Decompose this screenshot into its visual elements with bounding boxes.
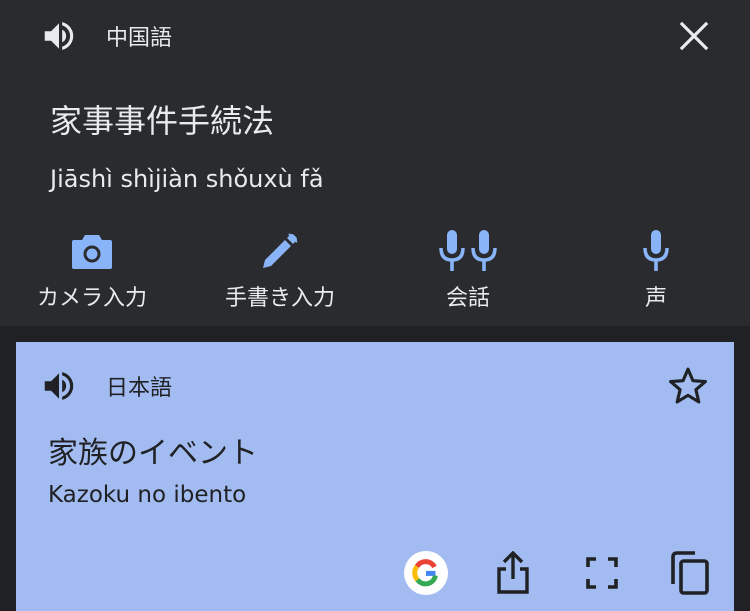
source-header: 中国語 (40, 14, 172, 58)
input-tools: カメラ入力 手書き入力 会話 声 (0, 226, 750, 316)
copy-icon (671, 551, 709, 595)
double-mic-icon (439, 230, 497, 271)
source-text: 家事事件手続法 (50, 102, 275, 140)
google-search-button[interactable] (401, 548, 451, 598)
handwriting-input-button[interactable]: 手書き入力 (190, 226, 370, 312)
handwriting-input-label: 手書き入力 (224, 286, 335, 311)
star-icon[interactable] (666, 364, 710, 408)
camera-input-button[interactable]: カメラ入力 (2, 226, 182, 312)
google-g-icon (404, 551, 448, 595)
source-language-label[interactable]: 中国語 (106, 20, 172, 52)
share-button[interactable] (488, 548, 538, 598)
target-language-label[interactable]: 日本語 (106, 370, 172, 402)
target-header: 日本語 (40, 364, 172, 408)
mic-icon (643, 230, 669, 271)
pen-icon (263, 233, 298, 268)
fullscreen-button[interactable] (577, 548, 627, 598)
translated-romaji: Kazoku no ibento (48, 482, 247, 508)
voice-input-button[interactable]: 声 (566, 226, 746, 312)
conversation-button[interactable]: 会話 (378, 226, 558, 312)
voice-input-label: 声 (644, 286, 667, 311)
speaker-icon[interactable] (40, 367, 78, 405)
speaker-icon[interactable] (40, 17, 78, 55)
fullscreen-icon (586, 557, 618, 589)
source-pinyin: Jiāshì shìjiàn shǒuxù fǎ (50, 165, 324, 193)
camera-icon (72, 235, 112, 269)
copy-button[interactable] (665, 548, 715, 598)
conversation-label: 会話 (445, 286, 490, 311)
card-actions (16, 548, 734, 598)
camera-input-label: カメラ入力 (36, 286, 147, 311)
translated-text: 家族のイベント (48, 436, 258, 471)
share-icon (497, 551, 529, 594)
source-panel: 中国語 家事事件手続法 Jiāshì shìjiàn shǒuxù fǎ カメラ… (0, 0, 750, 326)
translation-card: 日本語 家族のイベント Kazoku no ibento (16, 342, 734, 611)
close-icon[interactable] (674, 16, 714, 56)
